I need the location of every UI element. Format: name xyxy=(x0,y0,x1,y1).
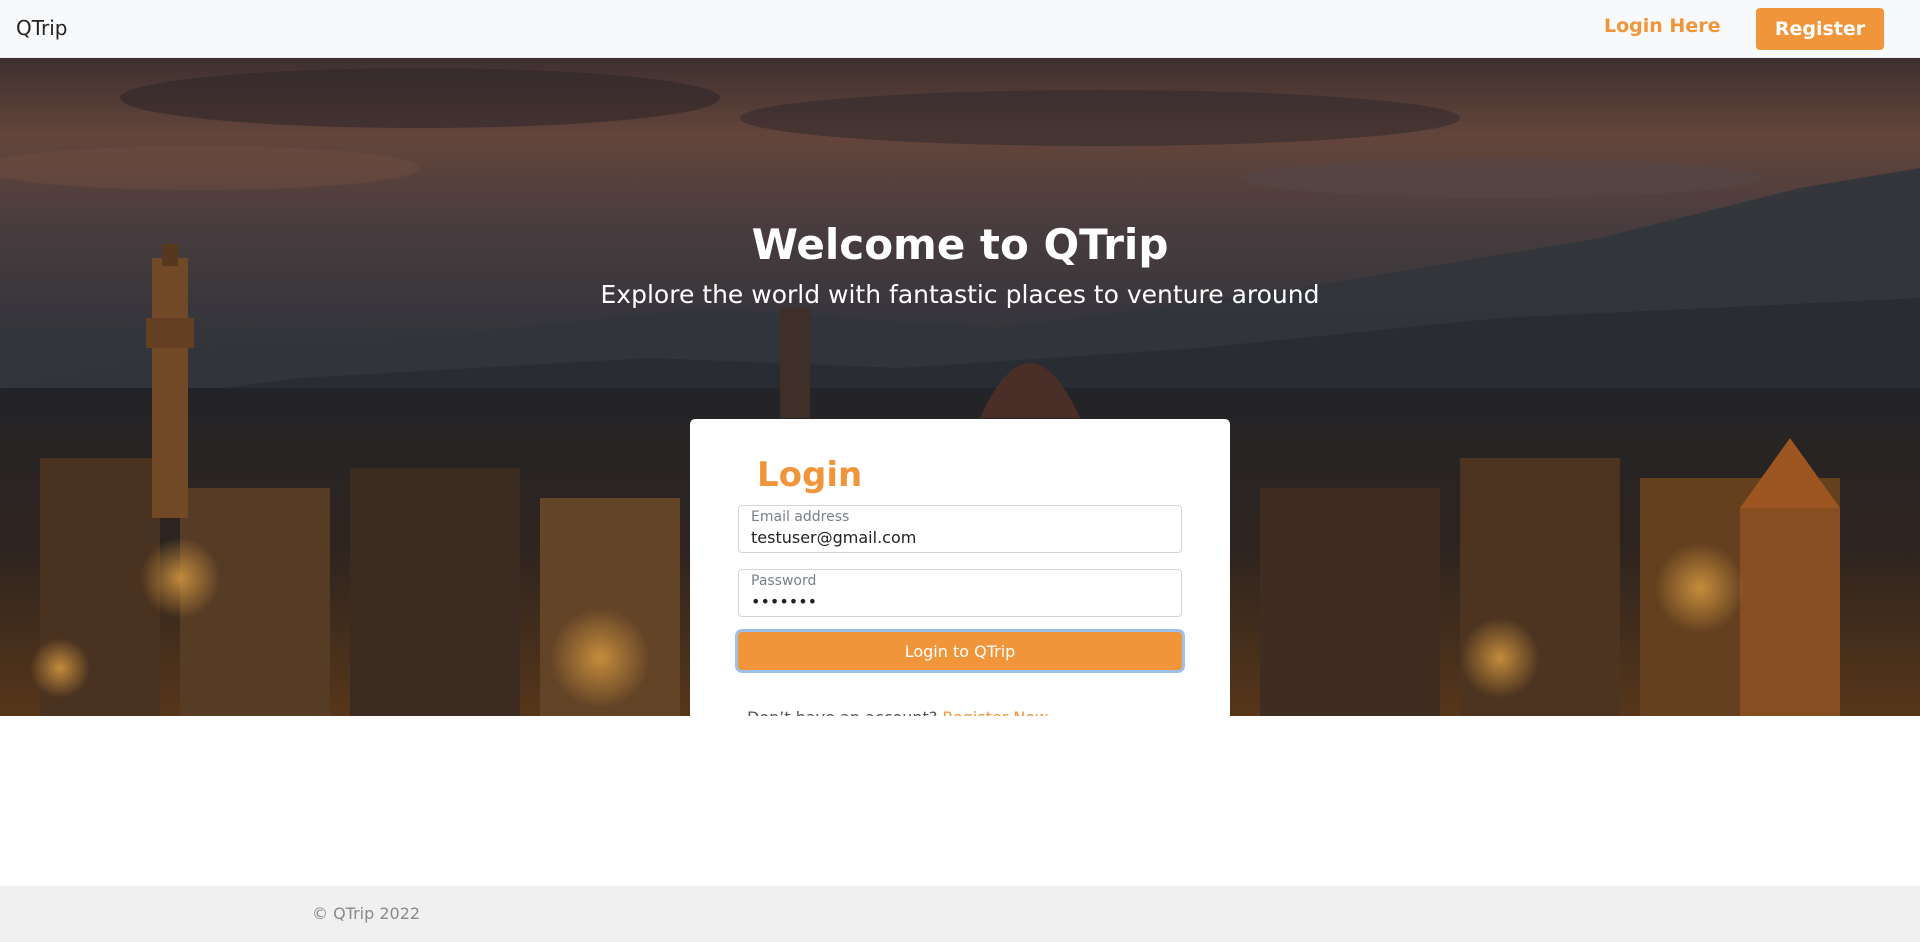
email-input[interactable] xyxy=(751,526,1171,548)
page-footer: © QTrip 2022 xyxy=(0,886,1920,942)
register-prompt: Don’t have an account? Register Now xyxy=(747,708,1048,716)
account-prompt-text: Don’t have an account? xyxy=(747,708,942,716)
nav-register-button[interactable]: Register xyxy=(1756,8,1884,50)
hero-subtitle: Explore the world with fantastic places … xyxy=(600,280,1320,309)
password-input[interactable] xyxy=(751,590,1171,612)
hero-title: Welcome to QTrip xyxy=(751,220,1169,269)
password-field[interactable]: Password xyxy=(738,569,1182,617)
footer-copyright: © QTrip 2022 xyxy=(312,904,421,923)
top-navbar: QTrip Login Here Register xyxy=(0,0,1920,58)
nav-login-link[interactable]: Login Here xyxy=(1604,15,1720,37)
password-label: Password xyxy=(751,573,817,589)
register-now-link[interactable]: Register Now xyxy=(942,708,1048,716)
email-label: Email address xyxy=(751,509,850,525)
hero-banner: Welcome to QTrip Explore the world with … xyxy=(0,58,1920,716)
email-field[interactable]: Email address xyxy=(738,505,1182,553)
login-card: Login Email address Password Login to QT… xyxy=(690,419,1230,716)
login-title: Login xyxy=(757,455,863,495)
brand-logo-link[interactable]: QTrip xyxy=(16,16,68,40)
login-submit-button[interactable]: Login to QTrip xyxy=(738,632,1182,670)
